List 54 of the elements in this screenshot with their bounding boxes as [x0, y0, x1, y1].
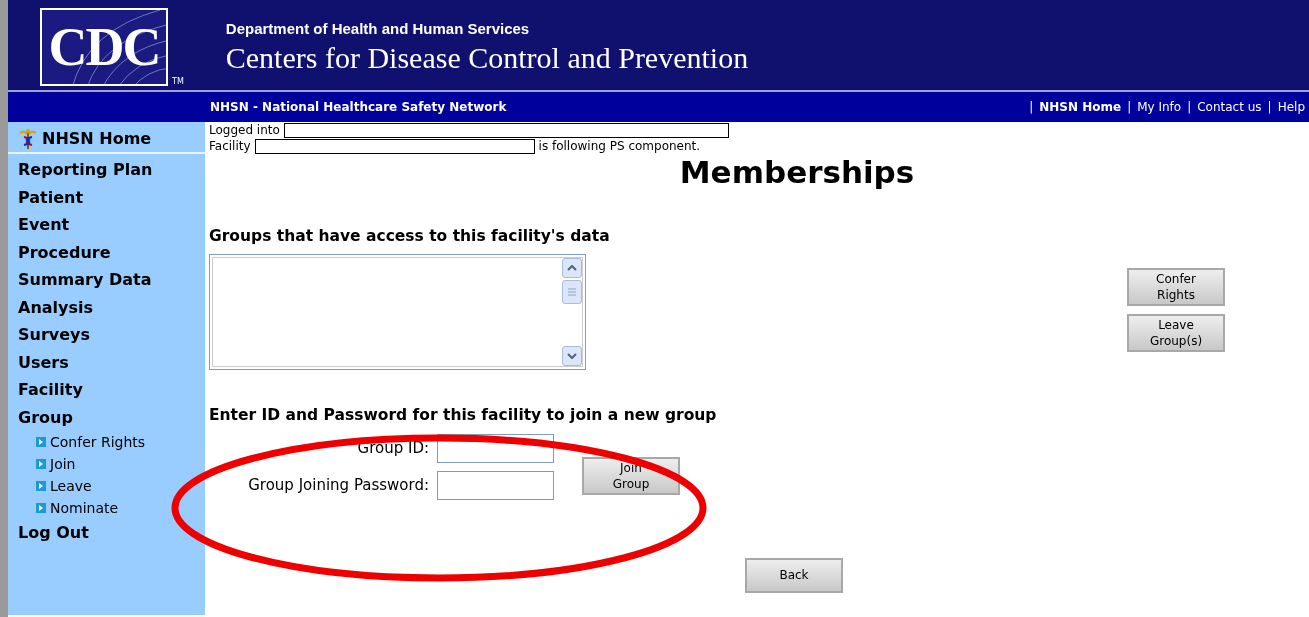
scrollbar-thumb[interactable] — [562, 280, 582, 305]
sidebar-link[interactable]: Facility — [8, 376, 205, 404]
logged-into-field[interactable] — [283, 122, 729, 138]
sidebar-link[interactable]: Log Out — [8, 519, 205, 547]
bullet-icon — [36, 481, 46, 491]
groups-list[interactable] — [209, 254, 586, 371]
status-text: is following PS component. — [538, 138, 701, 154]
sidebar-link[interactable]: Reporting Plan — [8, 156, 205, 184]
input-field[interactable] — [437, 470, 554, 500]
section-heading: Enter ID and Password for this facility to join a new group — [209, 405, 718, 427]
sidebar-link[interactable]: Procedure — [8, 238, 205, 266]
nav-link[interactable]: Contact us — [1197, 98, 1262, 116]
separator: | — [1267, 99, 1272, 116]
caduceus-icon — [18, 128, 38, 150]
sidebar-link[interactable]: NHSN Home — [42, 125, 152, 153]
sidebar-link[interactable]: Summary Data — [8, 266, 205, 294]
action-button[interactable]: Confer Rights — [1127, 268, 1225, 307]
action-button[interactable]: Leave Group(s) — [1127, 314, 1225, 353]
network-title: NHSN - National Healthcare Safety Network — [210, 99, 507, 116]
chevron-down-icon — [567, 353, 577, 360]
sidebar-link[interactable]: Users — [8, 348, 205, 376]
sidebar-sublink[interactable]: Confer Rights — [50, 431, 146, 453]
sidebar-link[interactable]: Group — [8, 403, 205, 431]
bullet-icon — [36, 437, 46, 447]
separator: | — [1187, 99, 1192, 116]
sidebar-link[interactable]: Analysis — [8, 293, 205, 321]
bullet-icon — [36, 503, 46, 513]
trademark: TM — [172, 76, 184, 88]
scroll-down-button[interactable] — [562, 346, 582, 367]
separator: | — [1029, 99, 1034, 116]
field-label: Facility — [209, 138, 251, 154]
sidebar-link[interactable]: Surveys — [8, 321, 205, 349]
logo[interactable]: CDC — [40, 8, 168, 86]
sidebar-link[interactable]: Patient — [8, 183, 205, 211]
bullet-icon — [36, 459, 46, 469]
chevron-up-icon — [567, 265, 577, 272]
page-title: Memberships — [678, 154, 915, 192]
sidebar-link[interactable]: Event — [8, 211, 205, 239]
nav-link[interactable]: My Info — [1137, 98, 1182, 116]
grip-icon — [568, 288, 576, 297]
facility-field[interactable] — [254, 138, 535, 154]
scroll-up-button[interactable] — [562, 258, 582, 279]
section-heading: Groups that have access to this facility's data — [209, 226, 611, 248]
separator: | — [1127, 99, 1132, 116]
sidebar-sublink[interactable]: Join — [50, 453, 76, 475]
back-button[interactable]: Back — [745, 557, 843, 593]
field-label: Logged into — [209, 122, 280, 138]
department-name: Department of Health and Human Services — [225, 19, 531, 39]
sidebar-sublink[interactable]: Leave — [50, 475, 92, 497]
nav-link[interactable]: NHSN Home — [1039, 98, 1122, 116]
field-label: Group Joining Password: — [247, 474, 429, 496]
agency-name: Centers for Disease Control and Prevention — [225, 40, 749, 74]
sidebar-sublink[interactable]: Nominate — [50, 497, 119, 519]
nav-link[interactable]: Help — [1277, 98, 1305, 116]
